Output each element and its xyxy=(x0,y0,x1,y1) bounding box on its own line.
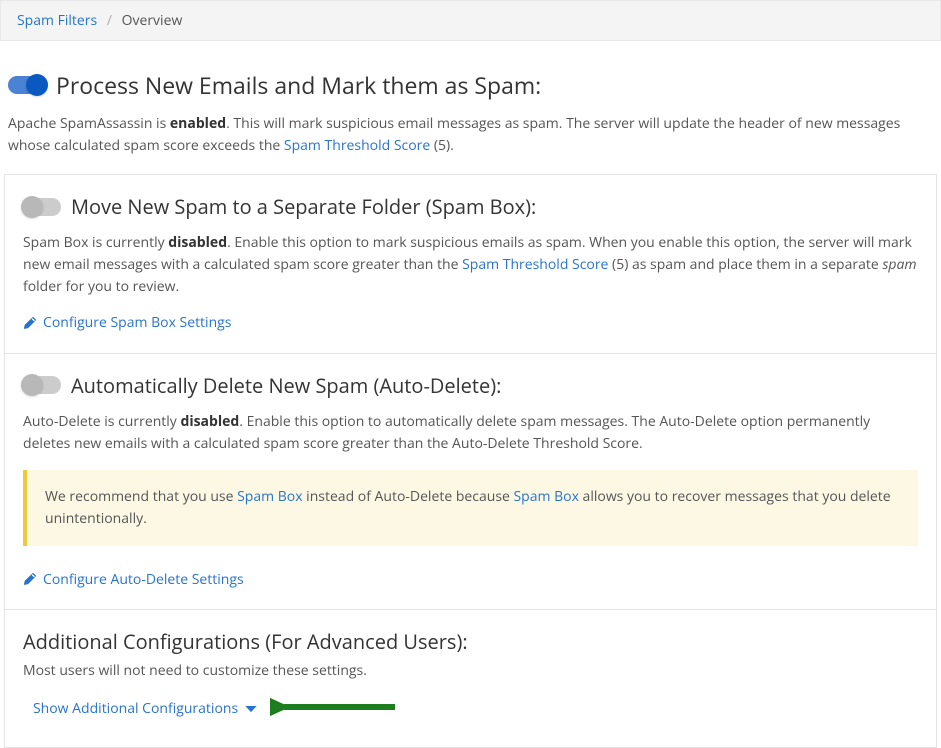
pencil-icon xyxy=(23,572,37,586)
spambox-toggle[interactable] xyxy=(23,198,61,216)
configure-autodelete-button[interactable]: Configure Auto-Delete Settings xyxy=(23,570,244,589)
spambox-description: Spam Box is currently disabled. Enable t… xyxy=(23,232,918,297)
autodelete-callout: We recommend that you use Spam Box inste… xyxy=(23,470,918,545)
callout-spambox-link-2[interactable]: Spam Box xyxy=(514,487,579,506)
advanced-subtitle: Most users will not need to customize th… xyxy=(23,661,918,680)
breadcrumb-root-link[interactable]: Spam Filters xyxy=(17,11,97,30)
process-description: Apache SpamAssassin is enabled. This wil… xyxy=(8,113,933,156)
show-advanced-button[interactable]: Show Additional Configurations xyxy=(33,699,258,718)
configure-spambox-label: Configure Spam Box Settings xyxy=(43,313,231,332)
configure-spambox-button[interactable]: Configure Spam Box Settings xyxy=(23,313,231,332)
breadcrumb-current: Overview xyxy=(122,11,183,30)
options-panel: Move New Spam to a Separate Folder (Spam… xyxy=(4,174,937,748)
spambox-threshold-link[interactable]: Spam Threshold Score xyxy=(462,255,608,274)
autodelete-toggle[interactable] xyxy=(23,376,61,394)
annotation-arrow xyxy=(270,694,400,725)
configure-autodelete-label: Configure Auto-Delete Settings xyxy=(43,570,244,589)
breadcrumb-separator: / xyxy=(107,11,112,30)
spambox-title: Move New Spam to a Separate Folder (Spam… xyxy=(71,193,536,220)
process-title: Process New Emails and Mark them as Spam… xyxy=(56,69,541,101)
advanced-title: Additional Configurations (For Advanced … xyxy=(23,628,918,655)
chevron-down-icon xyxy=(244,702,258,716)
pencil-icon xyxy=(23,316,37,330)
spambox-section: Move New Spam to a Separate Folder (Spam… xyxy=(5,175,936,353)
process-section: Process New Emails and Mark them as Spam… xyxy=(4,41,937,156)
spam-threshold-link[interactable]: Spam Threshold Score xyxy=(284,136,430,155)
show-advanced-label: Show Additional Configurations xyxy=(33,699,238,718)
autodelete-section: Automatically Delete New Spam (Auto-Dele… xyxy=(5,354,936,609)
autodelete-title: Automatically Delete New Spam (Auto-Dele… xyxy=(71,372,501,399)
process-toggle[interactable] xyxy=(8,76,46,94)
autodelete-description: Auto-Delete is currently disabled. Enabl… xyxy=(23,411,918,454)
breadcrumb: Spam Filters / Overview xyxy=(0,0,941,41)
advanced-section: Additional Configurations (For Advanced … xyxy=(5,609,936,747)
callout-spambox-link-1[interactable]: Spam Box xyxy=(237,487,302,506)
